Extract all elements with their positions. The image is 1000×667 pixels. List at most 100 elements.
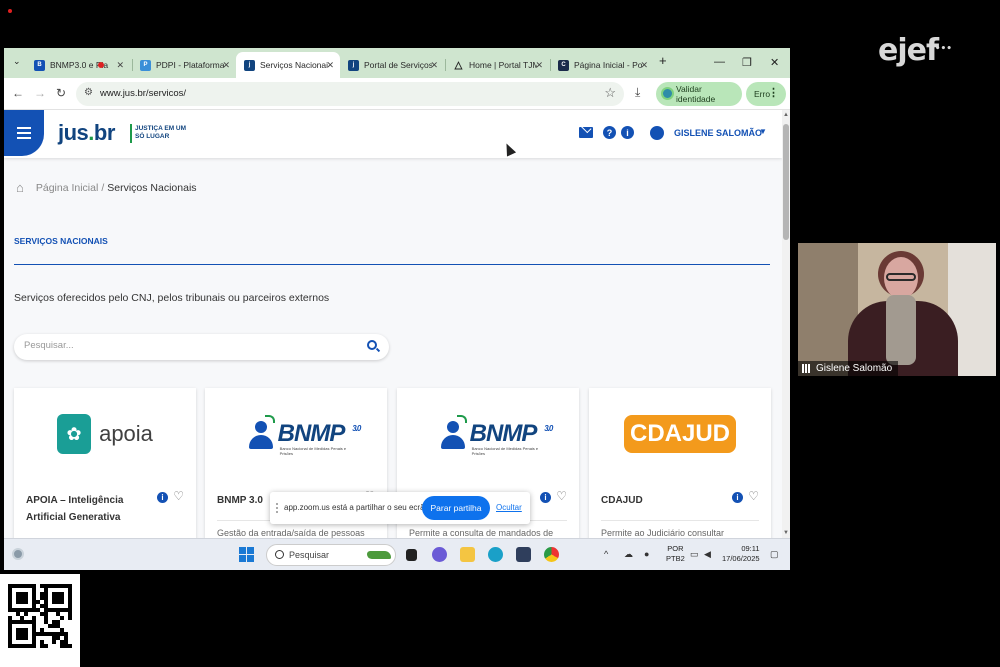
breadcrumb-home[interactable]: Página Inicial (36, 182, 98, 194)
weather-icon[interactable] (12, 548, 24, 560)
search-input[interactable] (24, 340, 354, 351)
logo-tagline: JUSTIÇA EM UM SÓ LUGAR (135, 125, 187, 140)
bnmp-logo: BNMP 3.0 Banco Nacional de Medidas Penais … (397, 402, 579, 466)
back-arrow-icon[interactable]: ← (12, 86, 24, 100)
address-bar[interactable]: ⚙ www.jus.br/servicos/ ☆ (76, 82, 624, 106)
volume-icon[interactable]: ◀ (704, 549, 711, 560)
section-description: Serviços oferecidos pelo CNJ, pelos trib… (14, 292, 330, 304)
task-view-icon[interactable] (406, 549, 417, 561)
favorite-heart-icon[interactable]: ♡ (748, 489, 759, 503)
service-card-cdajud[interactable]: CDAJUD CDAJUD i ♡ Permite ao Judiciário … (589, 388, 771, 538)
jusbr-favicon-icon: j (244, 59, 255, 71)
forward-arrow-icon[interactable]: → (34, 86, 46, 100)
close-icon[interactable]: ✕ (640, 60, 648, 71)
favorite-heart-icon[interactable]: ♡ (556, 489, 567, 503)
ejef-logo: ejef ••• (878, 33, 952, 68)
browser-window: ⌄ B BNMP3.0 e Pla ✕ P PDPI - Plataforma … (4, 48, 790, 570)
card-description: Gestão da entrada/saída de pessoas (217, 528, 365, 538)
zoom-share-bar: app.zoom.us está a partilhar o seu ecrã.… (270, 492, 530, 524)
jusbr-logo[interactable]: jus.br (58, 120, 115, 146)
tab-portal-servicos[interactable]: j Portal de Serviços ✕ (340, 52, 444, 78)
mail-icon[interactable] (579, 127, 593, 138)
user-menu-caret-icon[interactable]: ▼ (759, 127, 767, 136)
monitor-icon[interactable]: ▭ (690, 549, 699, 560)
brain-icon: ✿ (57, 414, 92, 454)
info-icon[interactable]: i (732, 492, 743, 503)
jusbr-favicon-icon: j (348, 59, 359, 71)
tab-bnmp[interactable]: B BNMP3.0 e Pla ✕ (26, 52, 130, 78)
error-button[interactable]: Erro ⋮ (746, 82, 786, 106)
close-icon[interactable]: ✕ (430, 60, 438, 71)
file-explorer-icon[interactable] (460, 547, 475, 562)
new-tab-button[interactable]: + (659, 53, 667, 68)
info-icon[interactable]: i (157, 492, 168, 503)
cloud-icon[interactable]: ☁ (624, 549, 633, 560)
drag-handle-icon[interactable] (276, 503, 278, 513)
hide-link[interactable]: Ocultar (496, 503, 522, 512)
page-scrollbar[interactable]: ▲ ▼ (782, 110, 790, 538)
close-icon[interactable]: ✕ (116, 60, 124, 71)
teams-icon[interactable] (432, 547, 447, 562)
info-icon[interactable]: i (621, 126, 634, 139)
user-name[interactable]: GISLENE SALOMÃO (674, 128, 762, 138)
windows-start-icon[interactable] (239, 547, 254, 562)
participant-name-label: Gislene Salomão (798, 361, 899, 376)
stop-sharing-button[interactable]: Parar partilha (422, 496, 490, 520)
edge-icon[interactable] (488, 547, 503, 562)
windows-taskbar: Pesquisar ^ ☁ ● POR PTB2 ▭ ◀ 09:11 17/06/2… (4, 538, 790, 570)
chrome-icon[interactable] (544, 547, 559, 562)
user-avatar-icon[interactable] (650, 126, 664, 140)
screen-share-stage: ejef ••• ⌄ B BNMP3.0 e Pla ✕ P PDPI - Pla… (0, 0, 1000, 667)
apoia-logo: ✿ apoia (14, 402, 196, 466)
system-clock[interactable]: 09:11 17/06/2025 (722, 544, 760, 564)
tab-portal-tjm[interactable]: △ Home | Portal TJM ✕ (445, 52, 549, 78)
tab-search-icon[interactable]: ⌄ (13, 56, 21, 67)
search-box[interactable] (14, 334, 389, 360)
microphone-icon[interactable]: ● (644, 549, 649, 559)
qr-code-pattern (8, 584, 72, 648)
taskbar-search[interactable]: Pesquisar (266, 544, 396, 566)
tab-servicos-nacionais[interactable]: j Serviços Nacionais ✕ (236, 52, 340, 78)
triangle-favicon-icon: △ (454, 59, 463, 71)
window-close-icon[interactable]: ✕ (770, 56, 779, 69)
language-indicator[interactable]: POR PTB2 (666, 544, 685, 564)
close-icon[interactable]: ✕ (222, 60, 230, 71)
section-title: SERVIÇOS NACIONAIS (14, 236, 108, 246)
store-icon[interactable] (516, 547, 531, 562)
minimize-icon[interactable]: — (714, 56, 725, 68)
service-card-apoia[interactable]: ✿ apoia APOIA – Inteligência Artificial … (14, 388, 196, 538)
pdpi-favicon-icon: P (140, 59, 151, 71)
site-info-icon[interactable]: ⚙ (84, 87, 93, 98)
logo-divider (130, 124, 132, 143)
help-icon[interactable]: ? (603, 126, 616, 139)
kebab-menu-icon[interactable]: ⋮ (768, 86, 779, 99)
favorite-heart-icon[interactable]: ♡ (173, 489, 184, 503)
validate-identity-button[interactable]: Validar identidade (656, 82, 742, 106)
info-icon[interactable]: i (540, 492, 551, 503)
zoom-share-message: app.zoom.us está a partilhar o seu ecrã. (284, 503, 427, 512)
hamburger-menu-button[interactable] (4, 110, 44, 156)
bookmark-star-icon[interactable]: ☆ (604, 85, 616, 101)
identity-icon (661, 87, 674, 100)
tray-expand-icon[interactable]: ^ (604, 549, 608, 559)
notification-icon[interactable]: ▢ (770, 549, 779, 560)
home-icon[interactable]: ⌂ (16, 180, 24, 195)
search-icon[interactable] (367, 340, 377, 350)
download-icon[interactable]: ⤓ (635, 85, 640, 100)
close-icon[interactable]: ✕ (326, 60, 334, 71)
restore-icon[interactable]: ❐ (742, 56, 752, 69)
scroll-down-icon[interactable]: ▼ (783, 530, 789, 536)
scrollbar-thumb[interactable] (783, 124, 789, 240)
tab-pagina-inicial[interactable]: C Página Inicial - Por ✕ (550, 52, 654, 78)
reload-icon[interactable]: ↻ (56, 86, 66, 100)
address-bar-url[interactable]: www.jus.br/servicos/ (100, 88, 186, 99)
scroll-up-icon[interactable]: ▲ (783, 112, 789, 118)
site-header: jus.br JUSTIÇA EM UM SÓ LUGAR ? i GISLEN… (4, 110, 782, 158)
tab-pdpi[interactable]: P PDPI - Plataforma ✕ (132, 52, 236, 78)
browser-toolbar: ← → ↻ ⚙ www.jus.br/servicos/ ☆ ⤓ Validar… (4, 78, 790, 110)
crocodile-icon (367, 551, 391, 559)
recording-indicator (8, 9, 12, 13)
breadcrumb-current: Serviços Nacionais (107, 181, 197, 194)
card-divider (601, 520, 759, 521)
close-icon[interactable]: ✕ (535, 60, 543, 71)
